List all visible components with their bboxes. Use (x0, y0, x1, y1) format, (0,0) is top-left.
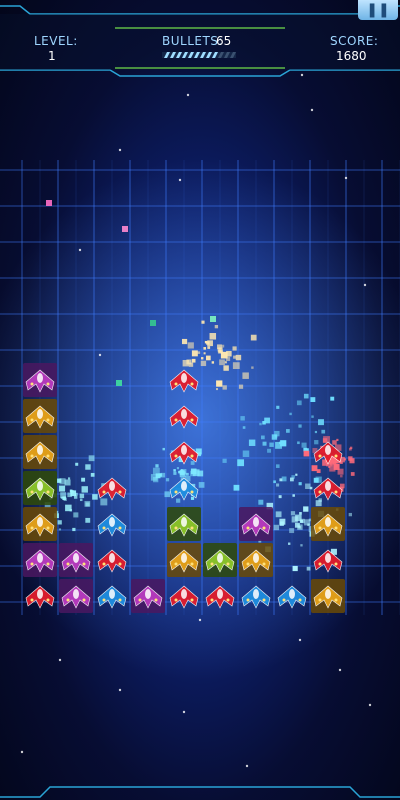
enemy-ship-green (23, 471, 57, 505)
enemy-ship-purple (23, 543, 57, 577)
pause-icon: ❚❚ (366, 2, 390, 18)
score-label: SCORE: (330, 34, 379, 48)
enemy-ship-purple (131, 579, 165, 613)
bullets-value: 65 (216, 34, 232, 48)
ammo-bar (162, 52, 236, 58)
enemy-ship-purple (23, 363, 57, 397)
enemy-ship-gold (311, 579, 345, 613)
game-board (0, 73, 400, 768)
score-value: 1680 (336, 49, 367, 63)
enemy-ship-gold (23, 507, 57, 541)
enemy-ship-purple (59, 543, 93, 577)
enemy-ship-gold (239, 543, 273, 577)
enemy-ship-gold (167, 543, 201, 577)
enemy-ship-gold (23, 399, 57, 433)
enemy-ship-green (203, 543, 237, 577)
level-label: LEVEL: (34, 34, 78, 48)
level-value: 1 (48, 49, 56, 63)
enemy-ship-purple (59, 579, 93, 613)
pause-button[interactable]: ❚❚ (358, 0, 398, 20)
enemy-ship-gold (23, 435, 57, 469)
bullets-label: BULLETS: (162, 34, 223, 48)
enemy-ship-green (167, 507, 201, 541)
bottom-frame (0, 786, 400, 798)
top-hud: LEVEL: 1 BULLETS: 65 SCORE: 1680 ❚❚ (0, 0, 400, 80)
enemy-ship-gold (311, 507, 345, 541)
enemy-ship-purple (239, 507, 273, 541)
